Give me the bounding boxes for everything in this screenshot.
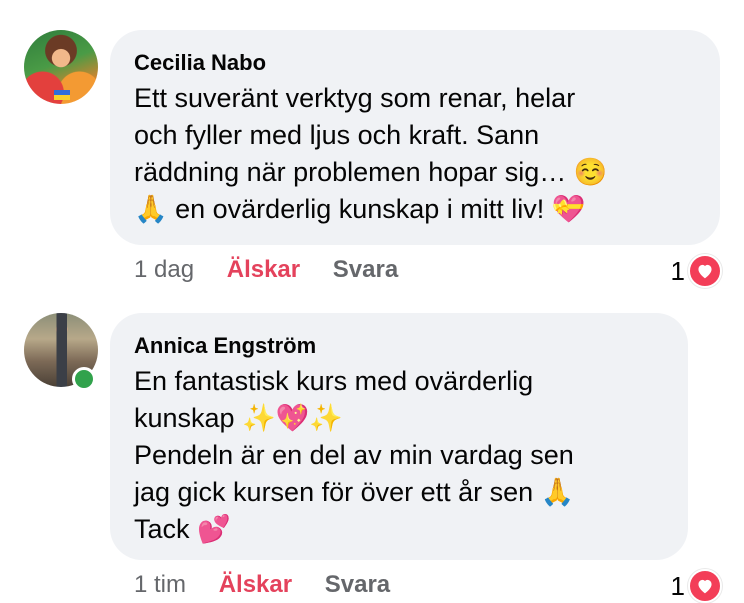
comment-line: jag gick kursen för över ett år sen 🙏 — [134, 477, 575, 507]
online-status-indicator — [72, 367, 96, 391]
comment-text: En fantastisk kurs med ovärderlig kunska… — [134, 363, 664, 548]
love-reaction-button[interactable]: Älskar — [227, 256, 300, 283]
comment-line: Pendeln är en del av min vardag sen — [134, 440, 574, 470]
heart-icon — [688, 254, 722, 288]
comment-line: räddning när problemen hopar sig… ☺️ — [134, 157, 608, 187]
reaction-count: 1 — [670, 255, 685, 286]
reaction-summary[interactable]: 1 — [671, 254, 722, 288]
reaction-summary[interactable]: 1 — [671, 569, 722, 603]
comment-text: Ett suveränt verktyg som renar, helar oc… — [134, 80, 696, 228]
avatar[interactable] — [24, 30, 98, 104]
comment-actions: 1 tim Älskar Svara — [134, 571, 416, 599]
comment-line: Tack 💕 — [134, 514, 231, 544]
comment-actions: 1 dag Älskar Svara — [134, 256, 424, 284]
comment-author[interactable]: Annica Engström — [134, 333, 664, 359]
reply-button[interactable]: Svara — [325, 571, 390, 598]
comment-author[interactable]: Cecilia Nabo — [134, 50, 696, 76]
comment-line: kunskap ✨💖✨ — [134, 403, 343, 433]
comment-line: Ett suveränt verktyg som renar, helar — [134, 83, 576, 113]
heart-icon — [688, 569, 722, 603]
comment-line: 🙏 en ovärderlig kunskap i mitt liv! 💝 — [134, 194, 586, 224]
comment-timestamp[interactable]: 1 tim — [134, 571, 186, 598]
comment-bubble: Cecilia Nabo Ett suveränt verktyg som re… — [110, 30, 720, 245]
flag-badge-icon — [54, 90, 70, 100]
comment-line: En fantastisk kurs med ovärderlig — [134, 366, 534, 396]
love-reaction-button[interactable]: Älskar — [219, 571, 292, 598]
reaction-count: 1 — [670, 570, 685, 601]
comment-timestamp[interactable]: 1 dag — [134, 256, 194, 283]
comment-line: och fyller med ljus och kraft. Sann — [134, 120, 540, 150]
comment-bubble: Annica Engström En fantastisk kurs med o… — [110, 313, 688, 560]
reply-button[interactable]: Svara — [333, 256, 398, 283]
